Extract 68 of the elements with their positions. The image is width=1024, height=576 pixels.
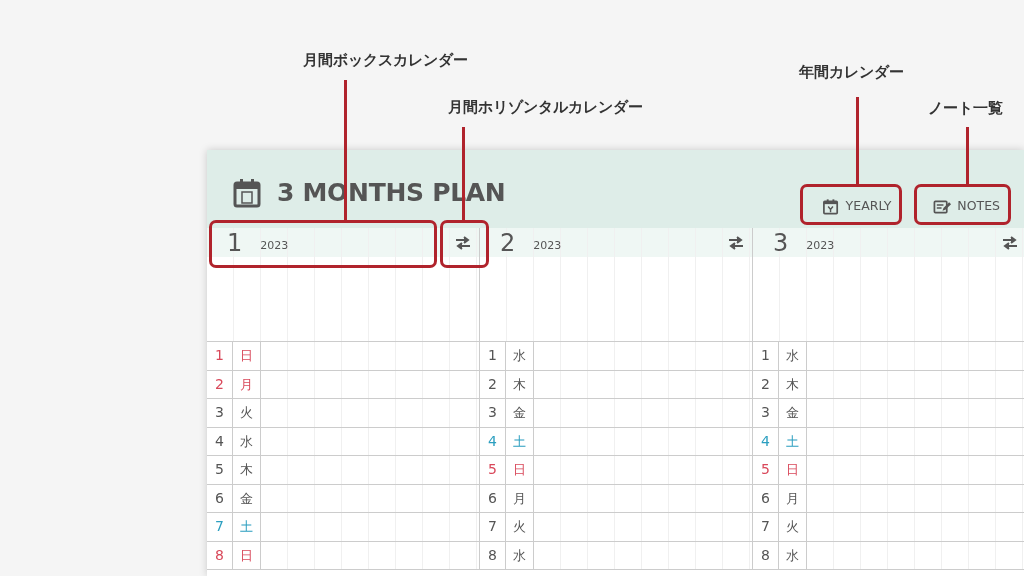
weekday-label: 日	[233, 541, 261, 569]
day-number: 5	[753, 456, 779, 484]
day-number: 2	[207, 370, 233, 398]
day-number: 2	[480, 370, 506, 398]
weekday-label: 火	[233, 399, 261, 427]
day-number: 6	[753, 484, 779, 512]
month-number: 2	[500, 230, 516, 255]
day-number: 1	[207, 342, 233, 370]
calendar-icon	[233, 178, 261, 208]
highlight-frame	[440, 220, 489, 268]
weekday-label: 土	[779, 427, 807, 455]
callout-label: 月間ホリゾンタルカレンダー	[447, 96, 643, 118]
day-number: 1	[480, 342, 506, 370]
weekday-label: 日	[506, 456, 534, 484]
year-label: 2023	[260, 238, 289, 255]
day-number: 8	[480, 541, 506, 569]
day-number: 6	[480, 484, 506, 512]
day-number: 3	[207, 399, 233, 427]
day-number: 2	[753, 370, 779, 398]
day-number: 7	[207, 513, 233, 541]
swap-icon[interactable]	[455, 235, 471, 250]
weekday-label: 土	[233, 513, 261, 541]
day-number: 3	[753, 399, 779, 427]
weekday-label: 木	[233, 456, 261, 484]
weekday-label: 月	[779, 484, 807, 512]
day-number: 8	[207, 541, 233, 569]
weekday-label: 日	[233, 342, 261, 370]
weekday-label: 水	[506, 541, 534, 569]
callout-label: ノート一覧	[927, 97, 1003, 119]
weekday-label: 月	[233, 370, 261, 398]
day-number: 4	[753, 427, 779, 455]
weekday-label: 水	[779, 541, 807, 569]
day-number: 7	[480, 513, 506, 541]
day-number: 6	[207, 484, 233, 512]
leader-line	[966, 127, 969, 184]
weekday-label: 水	[506, 342, 534, 370]
weekday-label: 火	[779, 513, 807, 541]
calendar-icon	[821, 198, 841, 216]
day-number: 1	[753, 342, 779, 370]
swap-icon[interactable]	[1002, 235, 1018, 250]
weekday-label: 水	[233, 427, 261, 455]
year-label: 2023	[806, 238, 835, 255]
swap-icon[interactable]	[728, 235, 744, 250]
yearly-button[interactable]: YEARLY	[813, 193, 900, 220]
weekday-label: 土	[506, 427, 534, 455]
weekday-label: 月	[506, 484, 534, 512]
day-number: 7	[753, 513, 779, 541]
day-number: 5	[480, 456, 506, 484]
day-number: 5	[207, 456, 233, 484]
note-edit-icon	[933, 198, 953, 216]
year-label: 2023	[533, 238, 562, 255]
notes-button[interactable]: NOTES	[925, 193, 1008, 220]
callout-label: 年間カレンダー	[798, 61, 904, 83]
day-number: 4	[480, 427, 506, 455]
day-number: 8	[753, 541, 779, 569]
weekday-label: 水	[779, 342, 807, 370]
weekday-label: 金	[779, 399, 807, 427]
weekday-label: 日	[779, 456, 807, 484]
month-number: 3	[773, 230, 789, 255]
callout-label: 月間ボックスカレンダー	[302, 49, 468, 71]
weekday-label: 金	[233, 484, 261, 512]
weekday-label: 火	[506, 513, 534, 541]
month-number: 1	[227, 230, 243, 255]
weekday-label: 木	[506, 370, 534, 398]
weekday-label: 金	[506, 399, 534, 427]
day-number: 3	[480, 399, 506, 427]
weekday-label: 木	[779, 370, 807, 398]
day-number: 4	[207, 427, 233, 455]
